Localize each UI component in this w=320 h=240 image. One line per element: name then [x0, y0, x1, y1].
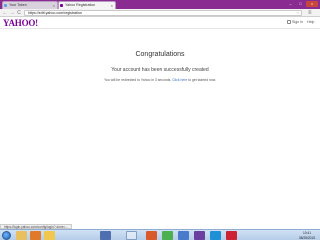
- taskbar-app-chrome[interactable]: [162, 231, 173, 240]
- tab-close-icon[interactable]: ×: [53, 2, 55, 9]
- yahoo-header: YAHOO! Sign In Help: [0, 17, 320, 29]
- tab-label: Yahoo Registration: [65, 3, 96, 7]
- address-url: https://edit.yahoo.com/registration: [28, 11, 82, 15]
- windows-taskbar: 10:41 08/25/2015: [0, 229, 320, 240]
- window-minimize-button[interactable]: –: [286, 1, 295, 7]
- taskbar-clock[interactable]: 10:41 08/25/2015: [296, 231, 318, 240]
- help-link[interactable]: Help: [307, 20, 314, 24]
- taskbar-app-explorer[interactable]: [16, 231, 27, 240]
- window-maximize-button[interactable]: □: [296, 1, 305, 7]
- start-button[interactable]: [2, 231, 11, 240]
- browser-titlebar: Your Token × Yahoo Registration × – □ ×: [0, 0, 320, 9]
- taskbar-app[interactable]: [178, 231, 189, 240]
- browser-toolbar: ← → C https://edit.yahoo.com/registratio…: [0, 9, 320, 17]
- main-content: Congratulations Your account has been su…: [0, 30, 320, 200]
- taskbar-app-media-player[interactable]: [30, 231, 41, 240]
- redirect-notice: You will be redirected to Yahoo in 3 sec…: [0, 78, 320, 82]
- tab-close-icon[interactable]: ×: [111, 2, 113, 9]
- yahoo-logo[interactable]: YAHOO!: [3, 18, 38, 28]
- taskbar-app-browser[interactable]: [146, 231, 157, 240]
- address-bar[interactable]: https://edit.yahoo.com/registration: [24, 10, 302, 16]
- user-icon: [287, 20, 291, 24]
- browser-tab-your-token[interactable]: Your Token ×: [2, 1, 58, 9]
- forward-arrow-icon[interactable]: →: [9, 10, 15, 16]
- browser-menu-icon[interactable]: ≡: [308, 9, 312, 17]
- redirect-text-after: to get started now.: [187, 78, 216, 82]
- redirect-text-before: You will be redirected to Yahoo in 3 sec…: [104, 78, 173, 82]
- success-message: Your account has been successfully creat…: [111, 67, 209, 73]
- click-here-link[interactable]: Click here: [172, 78, 187, 82]
- tab-favicon-icon: [4, 4, 7, 7]
- window-close-button[interactable]: ×: [306, 1, 318, 7]
- taskbar-app-folder[interactable]: [44, 231, 55, 240]
- system-tray[interactable]: [262, 232, 292, 239]
- clock-date: 08/25/2015: [299, 235, 315, 240]
- back-arrow-icon[interactable]: ←: [2, 10, 8, 16]
- sign-in-label: Sign In: [292, 20, 304, 24]
- browser-tab-yahoo-registration[interactable]: Yahoo Registration ×: [58, 1, 116, 9]
- tab-label: Your Token: [9, 3, 27, 7]
- taskbar-app[interactable]: [210, 231, 221, 240]
- tab-favicon-icon: [60, 4, 63, 7]
- sign-in-link[interactable]: Sign In: [287, 20, 303, 24]
- taskbar-app-opera[interactable]: [226, 231, 237, 240]
- taskbar-app-outlook[interactable]: [126, 231, 137, 240]
- taskbar-app[interactable]: [194, 231, 205, 240]
- reload-icon[interactable]: C: [16, 10, 22, 16]
- taskbar-app[interactable]: [100, 231, 111, 240]
- page-title: Congratulations: [135, 51, 185, 58]
- bookmark-star-icon[interactable]: ☆: [296, 10, 300, 15]
